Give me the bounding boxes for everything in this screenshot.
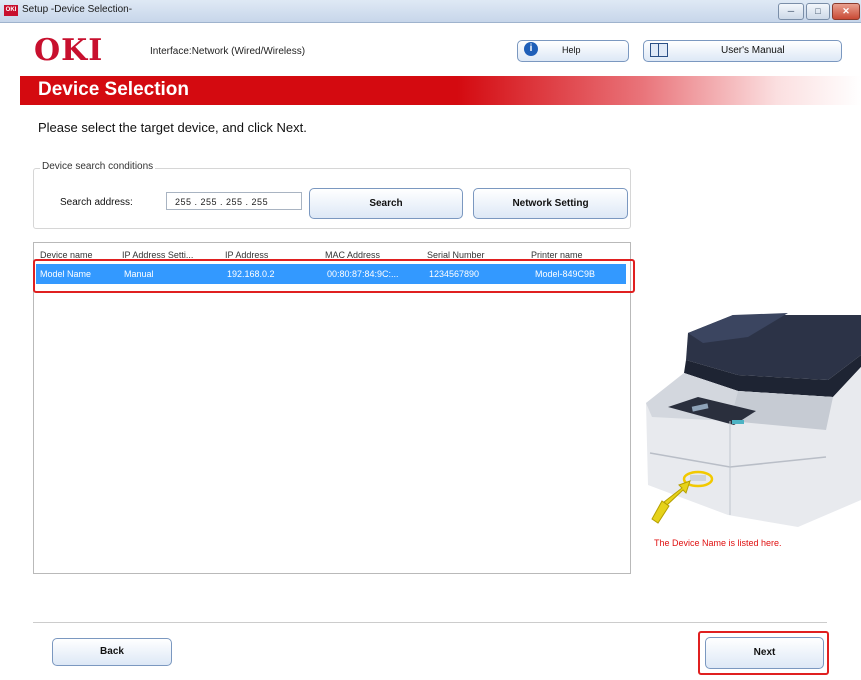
info-icon: i	[524, 42, 538, 56]
search-address-label: Search address:	[60, 197, 133, 208]
oki-logo: OKI	[34, 33, 104, 68]
minimize-button[interactable]: ─	[778, 3, 804, 20]
highlight-box-device-row	[33, 259, 635, 293]
search-conditions-title: Device search conditions	[40, 161, 156, 172]
maximize-button[interactable]: □	[806, 3, 830, 20]
window-title: Setup -Device Selection-	[22, 4, 133, 15]
help-label: Help	[562, 45, 581, 55]
interface-label: Interface:Network (Wired/Wireless)	[150, 46, 306, 57]
search-address-input[interactable]: 255 . 255 . 255 . 255	[166, 192, 302, 210]
users-manual-label: User's Manual	[721, 45, 785, 56]
back-button[interactable]: Back	[52, 638, 172, 666]
printer-illustration	[646, 313, 861, 527]
search-button[interactable]: Search	[309, 188, 463, 219]
instruction-text: Please select the target device, and cli…	[38, 120, 307, 135]
users-manual-button[interactable]: User's Manual	[643, 40, 842, 62]
app-icon: OKI	[4, 5, 18, 16]
callout-text: The Device Name is listed here.	[654, 538, 782, 548]
close-button[interactable]: ✕	[832, 3, 860, 20]
footer-divider	[33, 622, 827, 623]
page-title: Device Selection	[38, 79, 190, 100]
network-setting-button[interactable]: Network Setting	[473, 188, 628, 219]
book-icon	[650, 43, 668, 57]
highlight-box-next	[698, 631, 829, 675]
